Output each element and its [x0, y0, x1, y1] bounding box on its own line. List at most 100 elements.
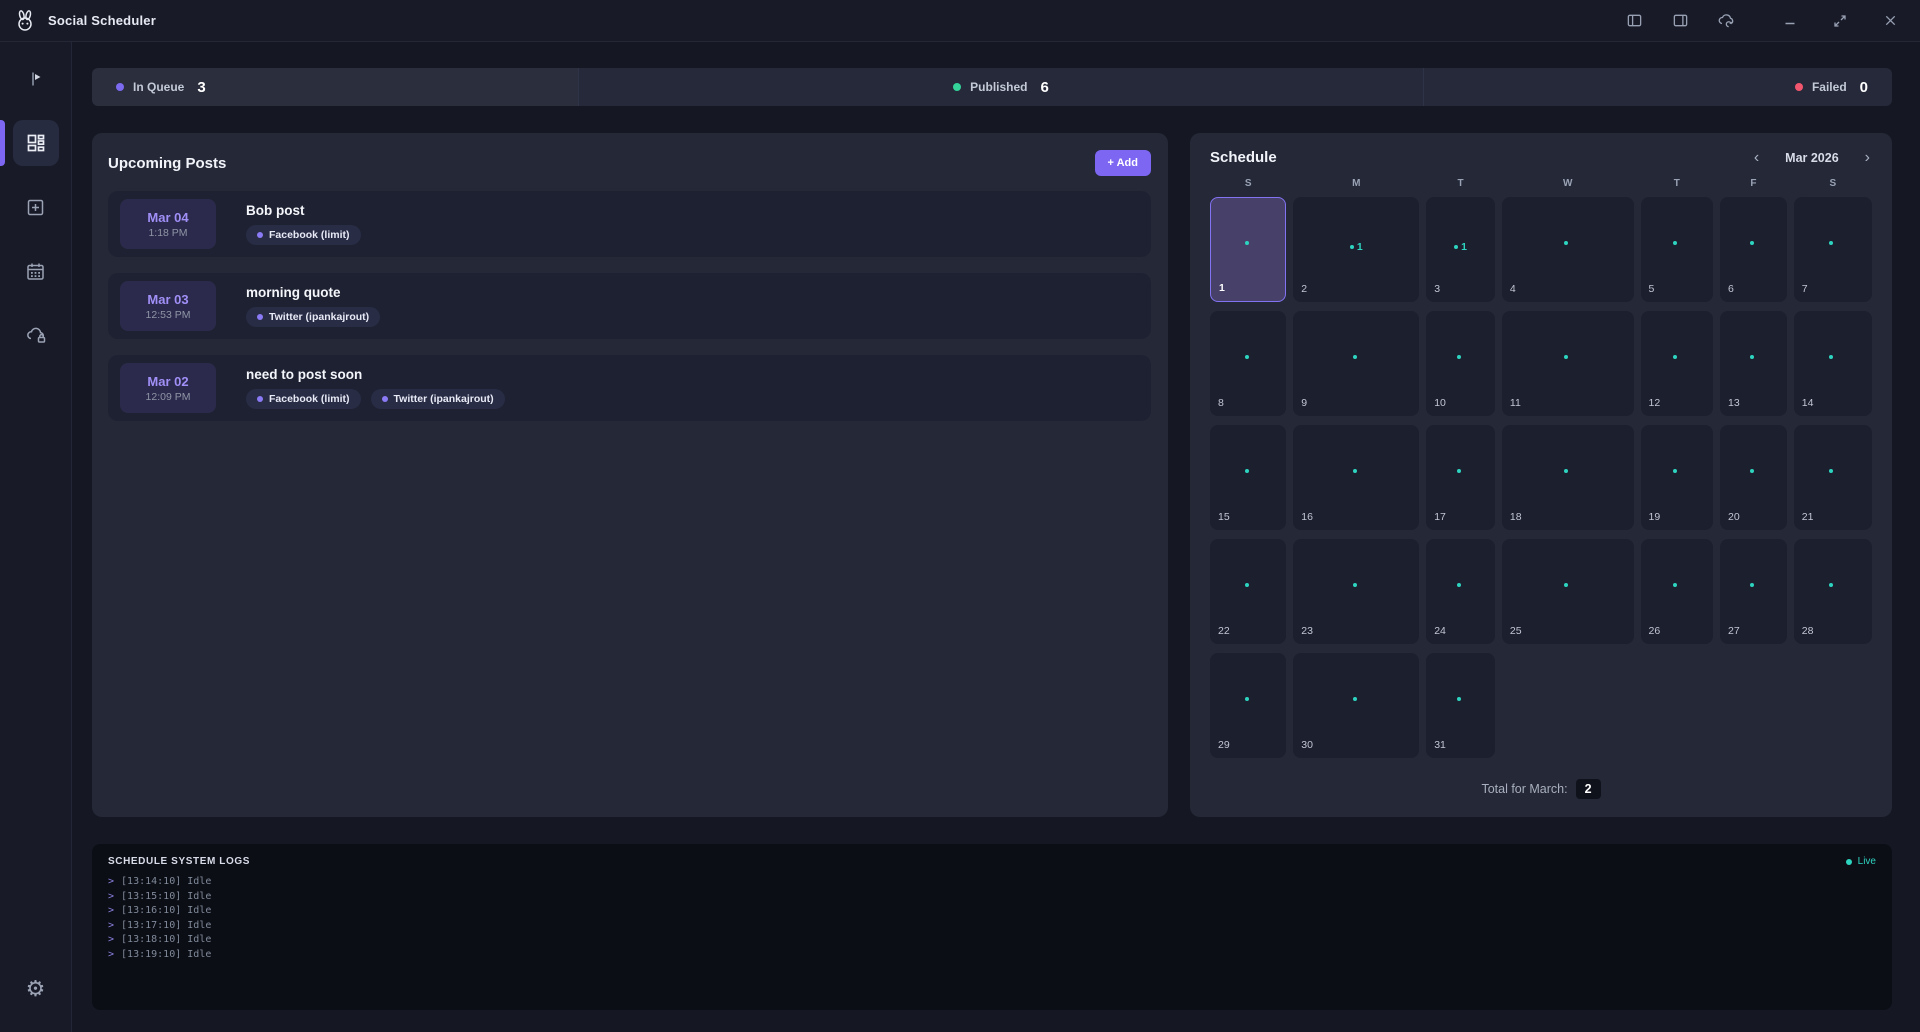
- log-message: Idle: [187, 890, 212, 902]
- log-line: > [13:14:10] Idle: [108, 875, 1876, 890]
- event-count-marker: [1210, 469, 1286, 474]
- post-card[interactable]: Mar 03 12:53 PM morning quote Twitter (i…: [108, 273, 1151, 339]
- post-date-badge: Mar 02 12:09 PM: [120, 363, 216, 413]
- event-dot-icon: [1749, 469, 1754, 474]
- calendar-day-cell[interactable]: 30: [1293, 653, 1420, 758]
- event-dot-icon: [1564, 241, 1569, 246]
- calendar-day-cell[interactable]: 1 2: [1293, 197, 1420, 302]
- upcoming-posts-title: Upcoming Posts: [108, 154, 227, 172]
- post-date: Mar 02: [147, 373, 189, 389]
- calendar-day-cell[interactable]: 29: [1210, 653, 1287, 758]
- event-dot-icon: [1749, 583, 1754, 588]
- event-count-marker: [1641, 355, 1713, 360]
- event-count-marker: [1641, 469, 1713, 474]
- event-count-marker: [1502, 355, 1634, 360]
- calendar-day-cell[interactable]: 21: [1793, 425, 1872, 530]
- close-button[interactable]: [1880, 11, 1900, 31]
- calendar-day-cell[interactable]: 16: [1293, 425, 1420, 530]
- panel-left-toggle-icon[interactable]: [1624, 11, 1644, 31]
- event-count: 1: [1356, 241, 1363, 254]
- calendar-day-cell[interactable]: 20: [1720, 425, 1787, 530]
- day-number: 30: [1301, 739, 1313, 751]
- log-message: Idle: [187, 934, 212, 945]
- calendar-day-cell[interactable]: 13: [1720, 311, 1787, 416]
- event-count-marker: 1: [1426, 241, 1495, 253]
- calendar-day-cell[interactable]: 25: [1501, 539, 1634, 644]
- event-count-marker: [1720, 469, 1787, 474]
- log-line: > [13:19:10] Idle: [108, 948, 1876, 963]
- sidebar: ⚙: [0, 42, 72, 1032]
- calendar-day-cell[interactable]: 17: [1426, 425, 1495, 530]
- event-count-marker: [1641, 241, 1713, 246]
- log-time: [13:17:10]: [121, 919, 182, 931]
- calendar-day-cell[interactable]: 28: [1793, 539, 1872, 644]
- calendar-day-cell[interactable]: 5: [1640, 197, 1713, 302]
- cloud-sync-icon[interactable]: [1716, 11, 1736, 31]
- post-card[interactable]: Mar 02 12:09 PM need to post soon Facebo…: [108, 355, 1151, 421]
- log-message: Idle: [187, 948, 212, 960]
- log-prompt: >: [108, 905, 115, 916]
- event-count: 1: [1461, 241, 1467, 254]
- post-platforms: Facebook (limit) Twitter (ipankajrout): [246, 389, 505, 409]
- day-number: 9: [1301, 397, 1308, 409]
- titlebar: Social Scheduler: [0, 0, 1920, 42]
- calendar-icon: [25, 261, 46, 282]
- calendar-day-header: T: [1673, 178, 1680, 189]
- post-title: Bob post: [246, 203, 305, 218]
- event-count-marker: [1426, 355, 1495, 360]
- day-number: 23: [1301, 625, 1313, 637]
- calendar-day-cell[interactable]: 23: [1293, 539, 1420, 644]
- sidebar-item-dashboard[interactable]: [0, 120, 59, 166]
- log-time: [13:15:10]: [121, 890, 182, 902]
- add-post-button[interactable]: + Add: [1094, 150, 1151, 176]
- day-number: 22: [1218, 625, 1230, 637]
- plus-square-icon: [25, 197, 46, 218]
- minimize-button[interactable]: [1780, 11, 1800, 31]
- prev-month-button[interactable]: ‹: [1752, 149, 1761, 166]
- event-dot-icon: [1349, 245, 1354, 250]
- next-month-button[interactable]: ›: [1863, 149, 1872, 166]
- calendar-day-cell[interactable]: 10: [1426, 311, 1495, 416]
- sidebar-item-calendar[interactable]: [13, 248, 59, 294]
- calendar-day-cell[interactable]: 12: [1640, 311, 1713, 416]
- calendar-day-cell[interactable]: 22: [1210, 539, 1287, 644]
- log-time: [13:19:10]: [121, 948, 182, 960]
- calendar-day-cell[interactable]: 8: [1210, 311, 1287, 416]
- calendar-day-cell[interactable]: 4: [1501, 197, 1634, 302]
- day-number: 3: [1434, 283, 1441, 295]
- event-dot-icon: [1829, 241, 1834, 246]
- published-dot-icon: [953, 83, 962, 91]
- calendar-day-cell[interactable]: 1: [1210, 197, 1287, 302]
- calendar-day-cell[interactable]: 24: [1426, 539, 1495, 644]
- sidebar-item-new-post[interactable]: [13, 184, 59, 230]
- calendar-day-cell[interactable]: 7: [1793, 197, 1872, 302]
- calendar-day-header: M: [1352, 178, 1361, 189]
- calendar-day-cell[interactable]: 9: [1293, 311, 1420, 416]
- calendar-day-cell[interactable]: 19: [1640, 425, 1713, 530]
- platform-badge: Twitter (ipankajrout): [370, 389, 505, 409]
- event-dot-icon: [1352, 469, 1357, 474]
- event-dot-icon: [1564, 469, 1569, 474]
- event-count-marker: [1502, 469, 1634, 474]
- calendar-day-cell[interactable]: 18: [1501, 425, 1634, 530]
- stat-value: 6: [1040, 78, 1049, 96]
- post-card[interactable]: Mar 04 1:18 PM Bob post Facebook (limit): [108, 191, 1151, 257]
- event-count-marker: [1293, 469, 1419, 474]
- day-number: 29: [1218, 739, 1230, 751]
- maximize-button[interactable]: [1830, 11, 1850, 31]
- calendar-day-cell[interactable]: 1 3: [1426, 197, 1495, 302]
- calendar-day-cell[interactable]: 26: [1640, 539, 1713, 644]
- stat-label: Failed: [1811, 80, 1847, 94]
- calendar-day-cell[interactable]: 11: [1501, 311, 1634, 416]
- day-number: 8: [1218, 397, 1224, 409]
- calendar-day-cell[interactable]: 15: [1210, 425, 1287, 530]
- panel-right-toggle-icon[interactable]: [1670, 11, 1690, 31]
- calendar-day-cell[interactable]: 31: [1426, 653, 1495, 758]
- calendar-day-cell[interactable]: 27: [1720, 539, 1787, 644]
- post-time: 1:18 PM: [148, 226, 188, 239]
- sidebar-item-cloud-backup[interactable]: [13, 312, 59, 358]
- calendar-day-cell[interactable]: 6: [1720, 197, 1787, 302]
- sidebar-item-settings[interactable]: ⚙: [13, 966, 59, 1012]
- calendar-day-cell[interactable]: 14: [1793, 311, 1872, 416]
- sidebar-item-run-flag[interactable]: [13, 56, 59, 102]
